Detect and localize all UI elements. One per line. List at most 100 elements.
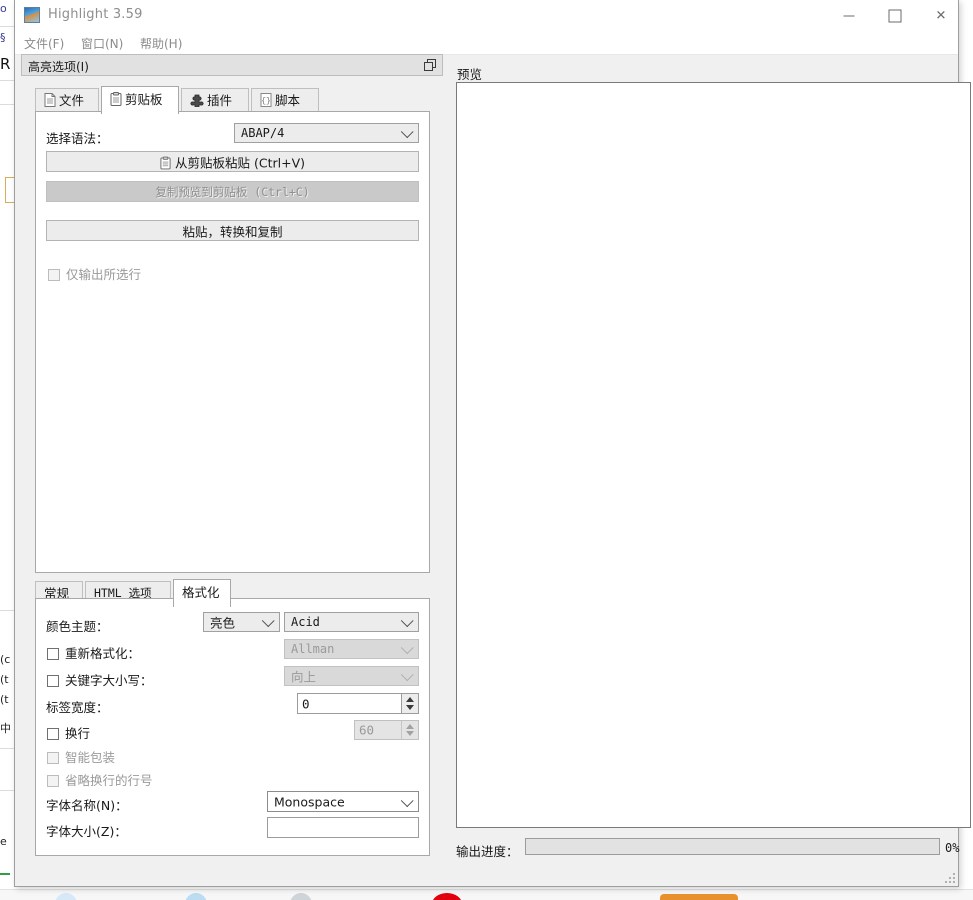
wrap-width-input[interactable]: 60 — [354, 720, 419, 740]
highlight-options-group-header: 高亮选项(I) — [21, 54, 443, 76]
keyword-case-select[interactable]: 向上 — [284, 666, 419, 686]
tab-clipboard-label: 剪贴板 — [125, 92, 163, 107]
checkbox-box — [47, 752, 59, 764]
document-icon — [44, 93, 56, 107]
bg-fragment: R — [0, 55, 14, 73]
output-progress-label: 输出进度： — [456, 841, 519, 860]
stepper-up-icon[interactable] — [406, 697, 414, 702]
tab-script-label: 脚本 — [275, 93, 300, 108]
chevron-down-icon — [262, 614, 275, 627]
chevron-down-icon — [401, 794, 414, 807]
tab-plugin-label: 插件 — [207, 93, 232, 108]
tab-script[interactable]: {} 脚本 — [251, 88, 319, 112]
wrap-checkbox[interactable]: 换行 — [47, 723, 90, 742]
bg-fragment: (t — [0, 693, 14, 706]
app-logo-icon — [24, 7, 40, 23]
close-icon: ✕ — [936, 9, 947, 22]
reformat-style-select[interactable]: Allman — [284, 639, 419, 659]
bg-divider — [0, 610, 14, 611]
smart-wrap-checkbox[interactable]: 智能包装 — [47, 747, 115, 766]
bg-fragment: § — [0, 31, 14, 44]
preview-area[interactable] — [456, 82, 971, 828]
copy-preview-button-label: 复制预览到剪贴板 (Ctrl+C) — [47, 184, 418, 200]
omit-wrapped-line-numbers-checkbox[interactable]: 省略换行的行号 — [47, 770, 153, 789]
background-window-sliver[interactable]: o § R (c (t (t 中 e — [0, 0, 15, 880]
bg-divider — [0, 790, 14, 791]
syntax-label: 选择语法： — [46, 128, 109, 147]
explorer-icon[interactable] — [660, 894, 738, 900]
menu-item-help[interactable]: 帮助(H) — [137, 35, 185, 52]
stepper-down-icon[interactable] — [406, 705, 414, 710]
tab-formatting[interactable]: 格式化 — [173, 579, 231, 607]
tab-plugin[interactable]: 插件 — [181, 88, 249, 112]
chevron-down-icon — [401, 614, 414, 627]
source-tabs: 文件 剪贴板 插件 {} 脚本 — [35, 86, 430, 112]
paste-button-label: 从剪贴板粘贴 (Ctrl+V) — [175, 155, 305, 170]
checkbox-box — [47, 675, 59, 687]
tab-width-input[interactable]: 0 — [297, 693, 419, 714]
tab-formatting-label: 格式化 — [182, 585, 220, 600]
wrap-width-value: 60 — [359, 723, 374, 738]
color-scheme-value: Acid — [291, 615, 320, 629]
preview-label: 预览 — [457, 64, 482, 83]
omit-wrapped-label: 省略换行的行号 — [65, 773, 153, 788]
syntax-select[interactable]: ABAP/4 — [234, 123, 419, 143]
chevron-down-icon — [401, 668, 414, 681]
bg-fragment: (t — [0, 673, 14, 686]
bg-divider — [0, 104, 14, 105]
paste-convert-copy-button[interactable]: 粘贴，转换和复制 — [46, 220, 419, 241]
tab-clipboard[interactable]: 剪贴板 — [101, 86, 179, 114]
checkbox-box — [47, 648, 59, 660]
color-mode-value: 亮色 — [210, 613, 235, 632]
close-button[interactable]: ✕ — [918, 0, 964, 31]
menu-item-file[interactable]: 文件(F) — [21, 35, 67, 52]
font-name-label: 字体名称(N)： — [46, 795, 128, 814]
output-progress-percent: 0% — [945, 841, 959, 855]
color-theme-label: 颜色主题： — [46, 616, 109, 635]
title-bar: Highlight 3.59 ✕ — [15, 0, 958, 32]
bg-divider — [0, 748, 14, 749]
copy-preview-button[interactable]: 复制预览到剪贴板 (Ctrl+C) — [46, 181, 419, 202]
window-title: Highlight 3.59 — [48, 7, 143, 22]
checkbox-box — [48, 269, 60, 281]
bg-green-accent — [0, 873, 10, 875]
keyword-case-value: 向上 — [291, 667, 316, 686]
svg-text:{}: {} — [261, 97, 271, 106]
selected-lines-label: 仅输出所选行 — [66, 267, 141, 282]
stepper-up-icon[interactable] — [406, 724, 414, 729]
font-size-label: 字体大小(Z)： — [46, 821, 127, 840]
resize-grip[interactable] — [943, 871, 955, 883]
tab-width-stepper[interactable] — [401, 694, 418, 713]
taskbar[interactable] — [0, 889, 973, 900]
undock-icon[interactable] — [424, 59, 437, 71]
wrap-width-stepper[interactable] — [401, 721, 418, 739]
tab-width-label: 标签宽度： — [46, 697, 109, 716]
bg-divider — [0, 26, 14, 27]
bg-fragment: e — [0, 835, 14, 848]
bg-fragment: 中 — [0, 720, 14, 736]
paste-from-clipboard-button[interactable]: 从剪贴板粘贴 (Ctrl+V) — [46, 151, 419, 172]
tab-width-value: 0 — [302, 696, 310, 711]
tab-file[interactable]: 文件 — [35, 88, 99, 112]
script-icon: {} — [260, 93, 272, 107]
minimize-button[interactable] — [826, 0, 872, 31]
menu-item-window[interactable]: 窗口(N) — [78, 35, 126, 52]
chevron-down-icon — [401, 125, 414, 138]
reformat-label: 重新格式化： — [65, 646, 140, 661]
selected-lines-checkbox[interactable]: 仅输出所选行 — [48, 264, 141, 283]
checkbox-box — [47, 728, 59, 740]
maximize-button[interactable] — [872, 0, 918, 31]
font-name-select[interactable]: Monospace — [267, 791, 419, 812]
color-mode-select[interactable]: 亮色 — [203, 612, 280, 632]
color-scheme-select[interactable]: Acid — [284, 612, 419, 632]
group-title: 高亮选项(I) — [28, 58, 89, 75]
tab-file-label: 文件 — [59, 93, 84, 108]
keyword-case-label: 关键字大小写： — [65, 673, 153, 688]
stepper-down-icon[interactable] — [406, 731, 414, 736]
clipboard-tab-panel: 选择语法： ABAP/4 从剪贴板粘贴 (Ctrl+V) 复制预览到剪贴板 (C… — [35, 111, 430, 573]
font-size-input[interactable] — [267, 817, 419, 838]
reformat-checkbox[interactable]: 重新格式化： — [47, 643, 140, 662]
reformat-style-value: Allman — [291, 642, 334, 656]
keyword-case-checkbox[interactable]: 关键字大小写： — [47, 670, 153, 689]
wrap-label: 换行 — [65, 726, 90, 741]
